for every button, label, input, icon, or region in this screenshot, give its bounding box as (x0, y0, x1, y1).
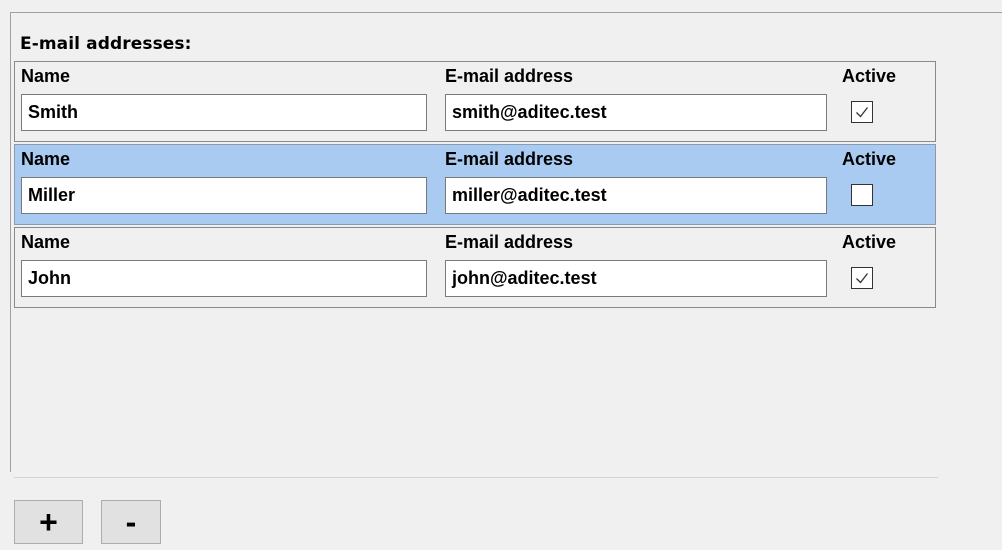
active-checkbox[interactable] (851, 101, 873, 123)
remove-button[interactable]: - (101, 500, 161, 544)
name-label: Name (21, 66, 71, 86)
check-icon (856, 273, 869, 284)
add-button[interactable]: + (14, 500, 83, 544)
name-field[interactable]: Smith (21, 94, 427, 131)
email-entry-john[interactable]: Name E-mail address Active John john@adi… (14, 227, 936, 308)
email-entry-smith[interactable]: Name E-mail address Active Smith smith@a… (14, 61, 936, 142)
name-field[interactable]: Miller (21, 177, 427, 214)
email-label: E-mail address (445, 66, 574, 86)
name-label: Name (21, 149, 71, 169)
active-label: Active (842, 66, 897, 86)
name-label: Name (21, 232, 71, 252)
email-label: E-mail address (445, 149, 574, 169)
active-checkbox[interactable] (851, 184, 873, 206)
email-entry-miller[interactable]: Name E-mail address Active Miller miller… (14, 144, 936, 225)
email-list[interactable]: Name E-mail address Active Smith smith@a… (14, 61, 938, 478)
group-border-left (10, 12, 11, 472)
active-label: Active (842, 149, 897, 169)
email-field[interactable]: smith@aditec.test (445, 94, 827, 131)
email-field[interactable]: john@aditec.test (445, 260, 827, 297)
section-title: E-mail addresses: (20, 34, 192, 54)
check-icon (856, 107, 869, 118)
active-checkbox[interactable] (851, 267, 873, 289)
email-label: E-mail address (445, 232, 574, 252)
active-label: Active (842, 232, 897, 252)
group-border-top (10, 12, 1002, 13)
email-field[interactable]: miller@aditec.test (445, 177, 827, 214)
name-field[interactable]: John (21, 260, 427, 297)
